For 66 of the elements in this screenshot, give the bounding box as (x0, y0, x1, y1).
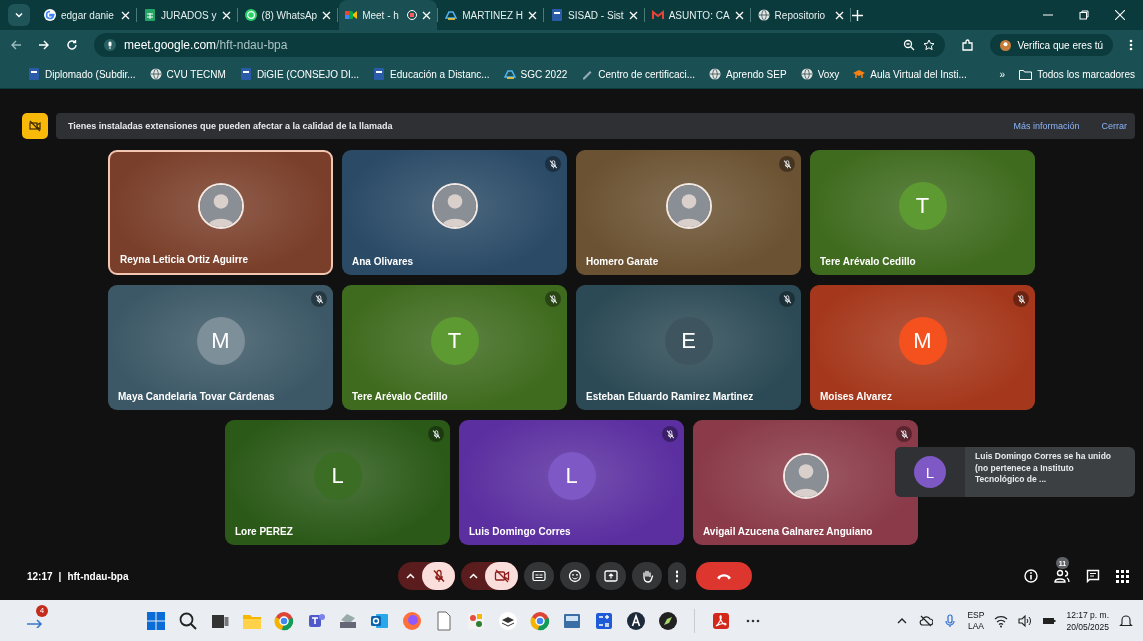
browser-tab[interactable]: SISAD - Sist (545, 0, 644, 30)
participant-tile[interactable]: T Tere Arévalo Cedillo (342, 285, 567, 410)
avatar: E (664, 316, 713, 365)
notification-text: Luis Domingo Corres se ha unido (no pertenece a Instituto Tecnológico de ... (974, 450, 1112, 486)
meeting-code: hft-ndau-bpa (67, 570, 129, 582)
avatar: M (898, 316, 947, 365)
clock-time[interactable]: 12:17 p. m. (1066, 608, 1109, 621)
bookmark[interactable]: Aprendo SEP (709, 68, 787, 80)
participant-tile[interactable]: L Luis Domingo Corres (459, 420, 684, 545)
url-path: /hft-ndau-bpa (216, 38, 288, 52)
address-bar[interactable]: meet.google.com/hft-ndau-bpa (94, 33, 946, 57)
avatar: M (196, 316, 245, 365)
more-options-button[interactable]: ⋮ (668, 562, 686, 590)
more-bookmarks-button[interactable]: » (999, 68, 1006, 80)
participant-tile[interactable]: T Tere Arévalo Cedillo (810, 150, 1035, 275)
participant-tile[interactable]: Avigail Azucena Galnarez Anguiano (693, 420, 918, 545)
browser-tab[interactable]: MARTINEZ H (439, 0, 544, 30)
browser-tab[interactable]: Meet - h (339, 0, 438, 30)
bookmark[interactable]: Aula Virtual del Insti... (853, 68, 967, 80)
notification-count-badge: 4 (36, 604, 48, 617)
bookmark[interactable]: Diplomado (Subdir... (28, 68, 136, 80)
participant-tile[interactable]: L Lore PEREZ (225, 420, 450, 545)
browser-tab[interactable]: Repositorio (751, 0, 850, 30)
participant-name: Luis Domingo Corres (469, 526, 571, 537)
browser-tab[interactable]: ASUNTO: CA (645, 0, 750, 30)
bookmark[interactable]: Voxy (800, 68, 840, 80)
close-link[interactable]: Cerrar (1101, 121, 1127, 131)
bookmark[interactable]: SGC 2022 (503, 68, 568, 80)
bookmark[interactable]: CVU TECNM (149, 68, 226, 80)
avatar: T (898, 181, 947, 230)
participant-tile[interactable]: E Esteban Eduardo Ramirez Martinez (576, 285, 801, 410)
participant-name: Esteban Eduardo Ramirez Martinez (586, 391, 754, 402)
participant-tile[interactable]: Reyna Leticia Ortiz Aguirre (108, 150, 333, 275)
avatar: T (430, 316, 479, 365)
bookmark[interactable]: Centro de certificaci... (581, 68, 696, 80)
participant-name: Tere Arévalo Cedillo (352, 391, 448, 402)
more-info-link[interactable]: Más información (1013, 121, 1080, 131)
browser-tab[interactable]: edgar danie (38, 0, 136, 30)
bookmark[interactable]: Educación a Distanc... (373, 68, 490, 80)
keyboard-layout[interactable]: LAA (967, 620, 984, 632)
avatar: L (914, 456, 946, 488)
notification-text: Tienes instaladas extensiones que pueden afectar a la calidad de la llamada (68, 121, 394, 131)
participant-tile[interactable]: Ana Olivares (342, 150, 567, 275)
participant-name: Moises Alvarez (820, 391, 892, 402)
participant-tile[interactable]: Homero Garate (576, 150, 801, 275)
separator: | (58, 570, 62, 582)
participant-name: Ana Olivares (352, 256, 414, 267)
participant-name: Maya Candelaria Tovar Cárdenas (118, 391, 275, 402)
avatar: L (313, 451, 362, 500)
participant-name: Reyna Leticia Ortiz Aguirre (120, 254, 248, 265)
url-host: meet.google.com (124, 38, 217, 52)
meeting-time: 12:17 (27, 570, 53, 582)
browser-tab[interactable]: (8) WhatsAp (238, 0, 338, 30)
browser-tab[interactable]: JURADOS y (138, 0, 237, 30)
avatar: L (547, 451, 596, 500)
input-language[interactable]: ESP (967, 609, 985, 621)
participant-name: Homero Garate (586, 256, 659, 267)
profile-button[interactable]: Verifica que eres tú (990, 34, 1113, 56)
participant-name: Lore PEREZ (235, 526, 293, 537)
clock-date[interactable]: 20/05/2025 (1066, 620, 1109, 633)
participant-name: Avigail Azucena Galnarez Anguiano (703, 526, 873, 537)
all-bookmarks-button[interactable]: Todos los marcadores (1019, 68, 1135, 80)
participant-tile[interactable]: M Moises Alvarez (810, 285, 1035, 410)
participant-name: Tere Arévalo Cedillo (820, 256, 916, 267)
participant-tile[interactable]: M Maya Candelaria Tovar Cárdenas (108, 285, 333, 410)
bookmark[interactable]: DiGIE (CONSEJO DI... (239, 68, 360, 80)
